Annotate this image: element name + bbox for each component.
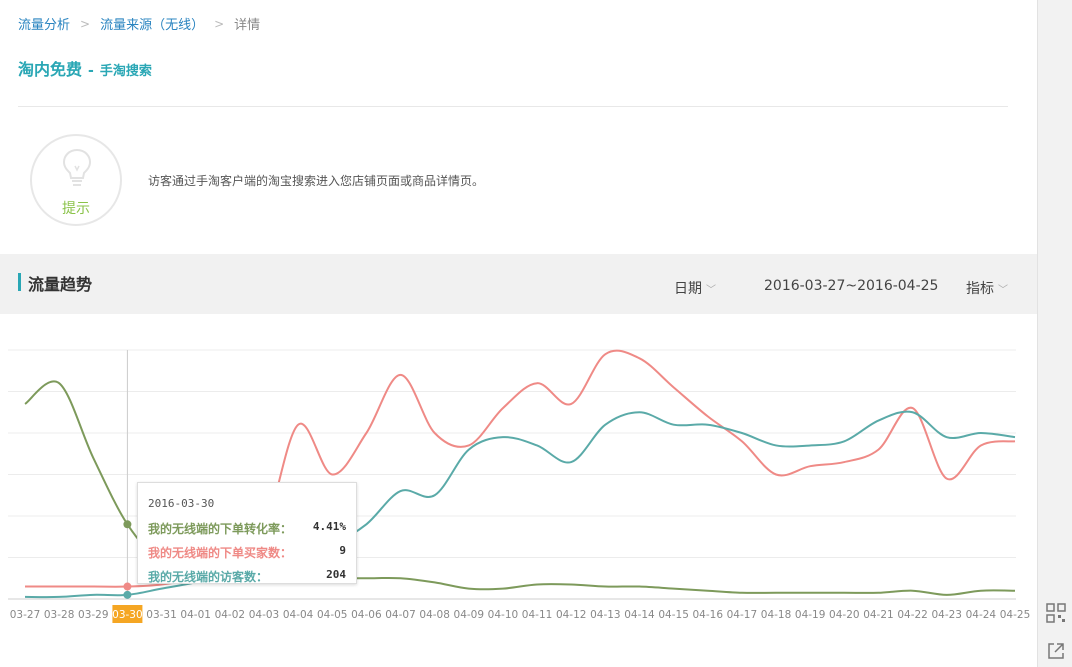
x-tick-label: 04-20	[829, 609, 860, 621]
date-dropdown-label: 日期	[674, 281, 702, 297]
metric-dropdown-label: 指标	[966, 281, 994, 297]
page-title-sub: 手淘搜索	[99, 64, 152, 79]
x-tick-label: 04-11	[522, 609, 553, 621]
page-title: 淘内免费 - 手淘搜索	[18, 56, 152, 80]
external-link-icon[interactable]	[1043, 638, 1069, 664]
date-granularity-dropdown[interactable]: 日期 ﹀	[674, 278, 716, 298]
tooltip-visitors-value: 204	[326, 568, 346, 581]
date-range-picker[interactable]: 2016-03-27~2016-04-25	[764, 278, 938, 294]
x-tick-label: 04-01	[180, 609, 211, 621]
page-title-separator: -	[88, 63, 94, 79]
x-tick-label: 04-17	[727, 609, 758, 621]
trend-title: 流量趋势	[28, 275, 93, 294]
x-tick-label: 04-10	[488, 609, 519, 621]
x-tick-label: 04-05	[317, 609, 348, 621]
series-point-2	[123, 590, 132, 599]
tooltip-buyers-label: 我的无线端的下单买家数：	[148, 546, 293, 560]
x-tick-label: 03-30	[112, 609, 143, 621]
qr-code-icon[interactable]	[1043, 600, 1069, 626]
tooltip-buyers-value: 9	[339, 544, 346, 557]
x-tick-label: 04-12	[556, 609, 587, 621]
tip-badge: 提示	[30, 134, 122, 226]
right-toolbar	[1037, 0, 1072, 667]
x-tick-label: 04-24	[966, 609, 997, 621]
x-tick-label: 04-18	[761, 609, 792, 621]
external-link-glyph	[1048, 643, 1064, 659]
breadcrumb-detail: 详情	[234, 18, 261, 33]
page-title-main: 淘内免费	[18, 60, 83, 79]
x-tick-label: 04-19	[795, 609, 826, 621]
x-tick-label: 04-23	[931, 609, 962, 621]
series-point-1	[123, 582, 132, 591]
x-tick-label: 04-25	[1000, 609, 1031, 621]
tooltip-visitors-label: 我的无线端的访客数：	[148, 570, 269, 584]
section-divider	[18, 106, 1008, 107]
breadcrumb-traffic-analysis[interactable]: 流量分析	[18, 14, 70, 33]
x-tick-label: 04-02	[215, 609, 246, 621]
trend-header-accent	[18, 273, 21, 291]
x-tick-label: 04-15	[658, 609, 689, 621]
tooltip-conversion-value: 4.41%	[312, 520, 346, 533]
chart-tooltip: 2016-03-30 我的无线端的下单转化率： 4.41% 我的无线端的下单买家…	[137, 482, 357, 584]
qr-code-glyph	[1046, 603, 1066, 623]
x-tick-label: 04-03	[249, 609, 280, 621]
date-range-value: 2016-03-27~2016-04-25	[764, 278, 939, 294]
tip-description: 访客通过手淘客户端的淘宝搜索进入您店铺页面或商品详情页。	[148, 174, 485, 188]
x-tick-label: 04-14	[624, 609, 655, 621]
x-tick-label: 04-09	[454, 609, 485, 621]
lightbulb-icon	[62, 148, 92, 186]
tooltip-row-conversion: 我的无线端的下单转化率： 4.41%	[148, 520, 346, 537]
x-tick-label: 03-27	[10, 609, 41, 621]
x-tick-label: 03-31	[146, 609, 177, 621]
main-panel: 流量分析 > 流量来源（无线） > 详情 淘内免费 - 手淘搜索 提示 访客通过…	[0, 0, 1037, 667]
tooltip-row-buyers: 我的无线端的下单买家数： 9	[148, 544, 346, 561]
x-tick-label: 04-04	[283, 609, 314, 621]
tooltip-date: 2016-03-30	[148, 497, 215, 510]
series-point-0	[123, 520, 132, 529]
x-tick-label: 03-28	[44, 609, 75, 621]
chevron-right-icon: >	[214, 16, 225, 31]
x-tick-label: 04-08	[419, 609, 450, 621]
tooltip-row-visitors: 我的无线端的访客数： 204	[148, 568, 346, 585]
breadcrumb-traffic-source[interactable]: 流量来源（无线）	[100, 14, 204, 33]
x-tick-label: 04-21	[863, 609, 894, 621]
x-tick-label: 03-29	[78, 609, 109, 621]
tooltip-conversion-label: 我的无线端的下单转化率：	[148, 522, 293, 536]
x-tick-label: 04-06	[351, 609, 382, 621]
x-tick-label: 04-13	[590, 609, 621, 621]
x-tick-label: 04-22	[897, 609, 928, 621]
tip-label: 提示	[62, 201, 90, 217]
chevron-down-icon: ﹀	[706, 284, 716, 296]
metric-dropdown[interactable]: 指标 ﹀	[966, 278, 1008, 298]
trend-header: 流量趋势 日期 ﹀ 2016-03-27~2016-04-25 指标 ﹀	[0, 254, 1037, 314]
breadcrumb: 流量分析 > 流量来源（无线） > 详情	[18, 14, 261, 34]
x-tick-label: 04-16	[693, 609, 724, 621]
chevron-down-icon: ﹀	[998, 284, 1008, 296]
chevron-right-icon: >	[80, 16, 91, 31]
x-tick-label: 04-07	[385, 609, 416, 621]
